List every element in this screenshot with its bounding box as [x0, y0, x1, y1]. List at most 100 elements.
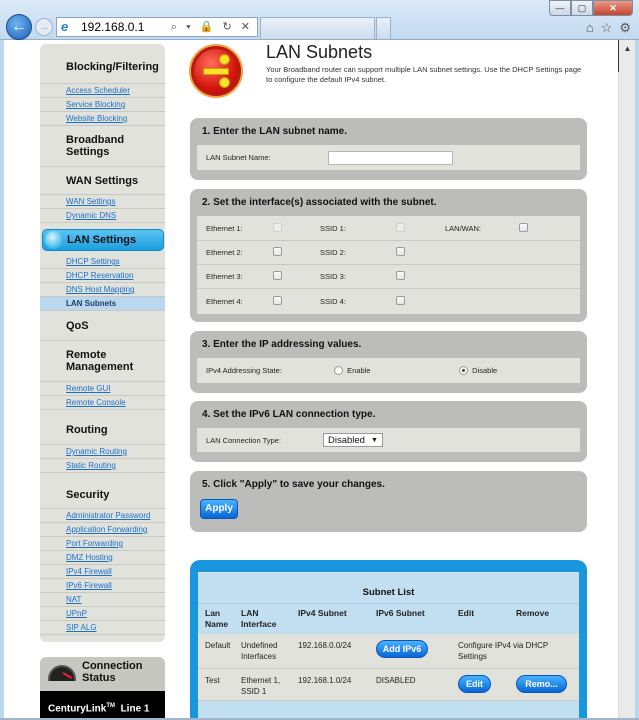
connection-status-header: Connection Status — [40, 657, 165, 691]
sidebar-link-wan-settings[interactable]: WAN Settings — [40, 195, 165, 209]
sidebar-heading-broadband[interactable]: Broadband Settings — [40, 126, 165, 167]
ethernet4-checkbox[interactable] — [273, 296, 282, 305]
ssid1-checkbox[interactable] — [396, 222, 405, 232]
sidebar-link-ipv6-firewall[interactable]: IPv6 Firewall — [40, 579, 165, 593]
sidebar-link-static-routing[interactable]: Static Routing — [40, 459, 165, 473]
maximize-button[interactable]: ▢ — [571, 0, 593, 16]
ie-logo-icon: e — [61, 19, 69, 34]
sidebar-heading-lan[interactable]: LAN Settings — [42, 229, 164, 251]
vertical-scrollbar[interactable]: ▲ — [618, 40, 635, 720]
sidebar-heading-wan[interactable]: WAN Settings — [40, 167, 165, 195]
sidebar-link-port-forwarding[interactable]: Port Forwarding — [40, 537, 165, 551]
remove-button[interactable]: Remo... — [516, 675, 567, 693]
apply-button[interactable]: Apply — [200, 498, 238, 519]
sidebar-heading-lan-label: LAN Settings — [67, 234, 137, 246]
new-tab-button[interactable] — [376, 17, 391, 39]
edit-button[interactable]: Edit — [458, 675, 491, 693]
gear-icon[interactable]: ⚙ — [619, 20, 631, 36]
ssid4-label: SSID 4: — [320, 297, 346, 306]
connection-status-widget[interactable]: Connection Status CenturyLinkTM Line 1 — [40, 657, 165, 720]
forward-button[interactable]: → — [35, 18, 53, 36]
sidebar-link-ipv4-firewall[interactable]: IPv4 Firewall — [40, 565, 165, 579]
connection-type-select[interactable]: Disabled ▼ — [323, 433, 383, 447]
step4-panel: 4. Set the IPv6 LAN connection type. LAN… — [190, 401, 587, 462]
sidebar-link-admin-password[interactable]: Administrator Password — [40, 509, 165, 523]
home-icon[interactable]: ⌂ — [586, 20, 594, 36]
lanwan-checkbox[interactable] — [519, 222, 528, 232]
sidebar-link-upnp[interactable]: UPnP — [40, 607, 165, 621]
ethernet4-label: Ethernet 4: — [206, 297, 243, 306]
table-header-row: Lan Name LAN Interface IPv4 Subnet IPv6 … — [198, 604, 579, 634]
ssid3-label: SSID 3: — [320, 272, 346, 281]
ipv4-disable-option[interactable]: Disable — [459, 366, 497, 376]
enable-radio[interactable] — [334, 366, 343, 376]
header-ipv6-subnet: IPv6 Subnet — [376, 608, 425, 618]
connection-type-value: Disabled — [328, 434, 365, 446]
ssid3-checkbox[interactable] — [396, 271, 405, 280]
header-lan-name: Lan Name — [205, 608, 229, 629]
sidebar-link-nat[interactable]: NAT — [40, 593, 165, 607]
step2-panel: 2. Set the interface(s) associated with … — [190, 189, 587, 322]
ethernet3-checkbox[interactable] — [273, 271, 282, 280]
ethernet1-label: Ethernet 1: — [206, 223, 243, 233]
sidebar-link-sip-alg[interactable]: SIP ALG — [40, 621, 165, 635]
sidebar-heading-qos[interactable]: QoS — [40, 311, 165, 341]
cell-ipv4-subnet: 192.168.0.0/24 — [298, 641, 352, 650]
sidebar-link-access-scheduler[interactable]: Access Scheduler — [40, 84, 165, 98]
ssid1-label: SSID 1: — [320, 223, 346, 233]
sidebar-link-service-blocking[interactable]: Service Blocking — [40, 98, 165, 112]
connection-type-label: LAN Connection Type: — [206, 435, 281, 445]
scroll-up-arrow-icon[interactable]: ▲ — [619, 40, 635, 57]
sidebar-link-lan-subnets[interactable]: LAN Subnets — [40, 297, 165, 311]
sidebar-heading-remote[interactable]: Remote Management — [40, 341, 165, 382]
scroll-thumb[interactable] — [618, 40, 619, 72]
close-window-button[interactable]: ✕ — [593, 0, 633, 16]
sidebar-link-dhcp-reservation[interactable]: DHCP Reservation — [40, 269, 165, 283]
sidebar-link-dhcp-settings[interactable]: DHCP Settings — [40, 255, 165, 269]
connection-title-line1: Connection — [82, 660, 143, 672]
cell-ipv6-subnet: DISABLED — [376, 676, 416, 685]
ssid2-checkbox[interactable] — [396, 247, 405, 256]
cell-ipv4-subnet: 192.168.1.0/24 — [298, 676, 352, 685]
sidebar-heading-blocking: Blocking/Filtering — [40, 44, 165, 84]
ssid4-checkbox[interactable] — [396, 296, 405, 305]
header-edit: Edit — [458, 608, 475, 618]
address-bar[interactable]: e 192.168.0.1 ⌕ ▾ 🔒 ↻ ✕ — [56, 17, 258, 37]
subnet-name-input[interactable] — [328, 150, 453, 165]
sidebar-link-website-blocking[interactable]: Website Blocking — [40, 112, 165, 126]
browser-tab[interactable] — [260, 17, 375, 39]
sidebar-link-dynamic-dns[interactable]: Dynamic DNS — [40, 209, 165, 223]
subnet-list-table: Subnet List Lan Name LAN Interface IPv4 … — [198, 572, 579, 720]
sidebar-link-dynamic-routing[interactable]: Dynamic Routing — [40, 445, 165, 459]
add-ipv6-button[interactable]: Add IPv6 — [376, 640, 428, 658]
sidebar-link-remote-gui[interactable]: Remote GUI — [40, 382, 165, 396]
sidebar-link-dmz-hosting[interactable]: DMZ Hosting — [40, 551, 165, 565]
sidebar-link-dns-host-mapping[interactable]: DNS Host Mapping — [40, 283, 165, 297]
page-description: Your Broadband router can support multip… — [266, 65, 582, 84]
interface-row: Ethernet 4: SSID 4: — [197, 289, 580, 314]
step5-title: 5. Click "Apply" to save your changes. — [202, 479, 385, 490]
sidebar-link-remote-console[interactable]: Remote Console — [40, 396, 165, 410]
sidebar-heading-security[interactable]: Security — [40, 473, 165, 509]
sidebar-link-app-forwarding[interactable]: Application Forwarding — [40, 523, 165, 537]
disable-label: Disable — [472, 365, 498, 375]
ethernet2-checkbox[interactable] — [273, 247, 282, 256]
step1-title: 1. Enter the LAN subnet name. — [202, 126, 348, 137]
ethernet2-label: Ethernet 2: — [206, 248, 243, 257]
ethernet1-checkbox[interactable] — [273, 222, 282, 232]
toolbar-icons: ⌂ ☆ ⚙ — [586, 20, 631, 36]
disable-radio[interactable] — [459, 366, 468, 376]
ethernet3-label: Ethernet 3: — [206, 272, 243, 281]
connection-type-row: LAN Connection Type: Disabled ▼ — [197, 428, 580, 452]
subnet-name-label: LAN Subnet Name: — [206, 153, 271, 162]
url-text[interactable]: 192.168.0.1 — [81, 20, 171, 34]
minimize-button[interactable]: — — [549, 0, 571, 16]
address-tools-icons[interactable]: ⌕ ▾ 🔒 ↻ ✕ — [171, 20, 253, 34]
star-icon[interactable]: ☆ — [601, 20, 613, 36]
interface-row: Ethernet 3: SSID 3: — [197, 265, 580, 289]
lan-orb-icon — [45, 231, 63, 249]
back-button[interactable]: ← — [6, 14, 32, 40]
sidebar-heading-routing[interactable]: Routing — [40, 410, 165, 445]
interface-row: Ethernet 1: SSID 1: LAN/WAN: — [197, 216, 580, 241]
ipv4-enable-option[interactable]: Enable — [334, 366, 459, 376]
